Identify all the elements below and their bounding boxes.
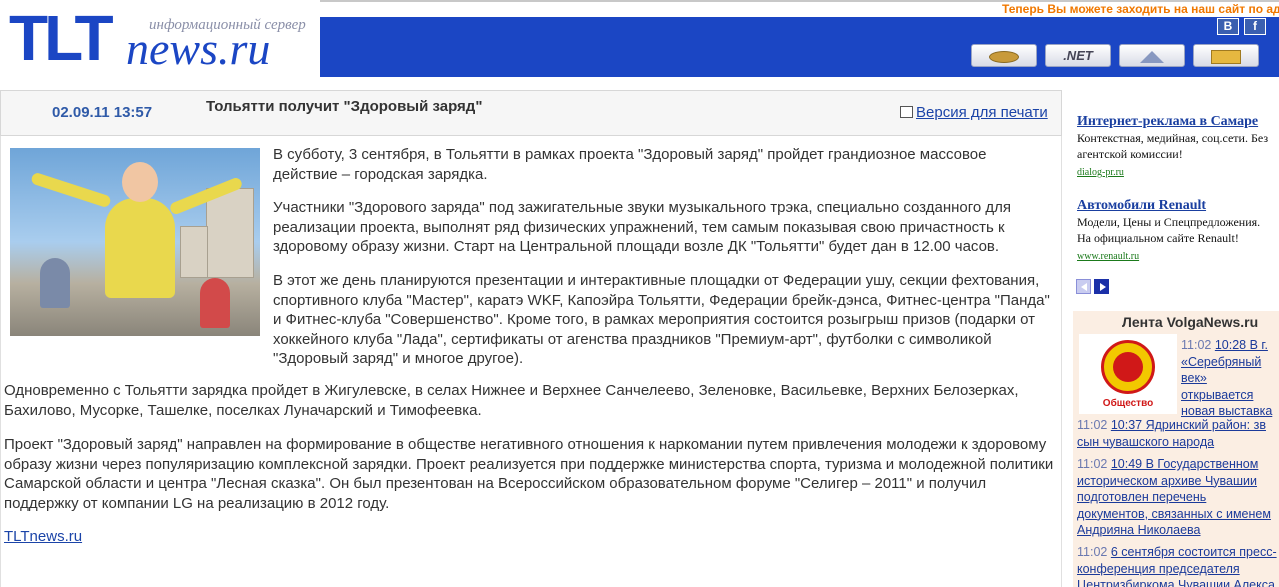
vk-icon[interactable]: В (1217, 18, 1239, 35)
ad-title-link[interactable]: Интернет-реклама в Самаре (1077, 113, 1272, 130)
ad-title-link[interactable]: Автомобили Renault (1077, 197, 1272, 214)
feed-item: 11:02 6 сентября состоится пресс-конфере… (1077, 544, 1279, 587)
print-label: Версия для печати (916, 104, 1048, 121)
article-paragraph: Проект "Здоровый заряд" направлен на фор… (4, 436, 1054, 512)
arrow-left-icon (1081, 283, 1087, 291)
site-logo[interactable]: TLT информационный сервер news.ru (0, 0, 320, 77)
coin-icon (989, 50, 1019, 63)
ticker-text[interactable]: Теперь Вы можете заходить на наш сайт по… (1002, 2, 1279, 16)
article-date: 02.09.11 13:57 (52, 104, 153, 121)
feed-item: 11:02 10:28 В г. «Серебряный век» открыв… (1181, 337, 1279, 420)
feed-item-time: 11:02 (1077, 418, 1108, 432)
article-paragraph: Участники "Здорового заряда" под зажигат… (273, 199, 1012, 255)
ad-text: Модели, Цены и Спецпредложения. На офици… (1077, 215, 1261, 245)
source-link[interactable]: TLTnews.ru (4, 528, 82, 545)
ad-text: Контекстная, медийная, соц.сети. Без аге… (1077, 131, 1269, 161)
logo-news-text: news.ru (126, 23, 271, 74)
mail-icon (1211, 49, 1241, 64)
feed-item-link[interactable]: 10:49 В Государственном историческом арх… (1077, 457, 1271, 537)
society-emblem[interactable]: Общество (1079, 334, 1177, 414)
home-icon (1140, 50, 1164, 63)
feed-item-link[interactable]: 6 сентября состоится пресс-конференция п… (1077, 545, 1277, 587)
printer-icon (900, 106, 913, 118)
nav-home-button[interactable] (1119, 44, 1185, 67)
feed-item-time: 11:02 (1077, 545, 1108, 559)
nav-coin-button[interactable] (971, 44, 1037, 67)
ad-url-link[interactable]: www.renault.ru (1077, 249, 1272, 265)
feed-item-time: 11:02 (1181, 338, 1212, 352)
net-label: .NET (1063, 48, 1093, 63)
emblem-center-icon (1113, 352, 1143, 382)
feed-item-time: 11:02 (1077, 457, 1108, 471)
article-title: Тольятти получит "Здоровый заряд" (206, 98, 483, 115)
ad-block: Интернет-реклама в Самаре Контекстная, м… (1077, 113, 1272, 181)
nav-net-button[interactable]: .NET (1045, 44, 1111, 67)
logo-tlt-text: TLT (9, 2, 114, 74)
feed-item: 11:02 10:49 В Государственном историческ… (1077, 456, 1279, 539)
facebook-icon[interactable]: f (1244, 18, 1266, 35)
article-photo (10, 148, 260, 336)
nav-mail-button[interactable] (1193, 44, 1259, 67)
ad-block: Автомобили Renault Модели, Цены и Спецпр… (1077, 197, 1272, 265)
feed-item: 11:02 10:37 Ядринский район: зв сын чува… (1077, 417, 1279, 450)
emblem-label: Общество (1102, 398, 1154, 409)
article-paragraph: В субботу, 3 сентября, в Тольятти в рамк… (273, 146, 987, 183)
ads-next-button[interactable] (1094, 279, 1109, 294)
feed-title: Лента VolgaNews.ru (1122, 314, 1259, 330)
arrow-right-icon (1100, 283, 1106, 291)
article-paragraph: В этот же день планируются презентации и… (273, 272, 1050, 367)
print-version-link[interactable]: Версия для печати (900, 104, 1048, 121)
ad-url-link[interactable]: dialog-pr.ru (1077, 165, 1272, 181)
article-paragraph: Одновременно с Тольятти зарядка пройдет … (4, 382, 1019, 419)
ads-prev-button[interactable] (1076, 279, 1091, 294)
